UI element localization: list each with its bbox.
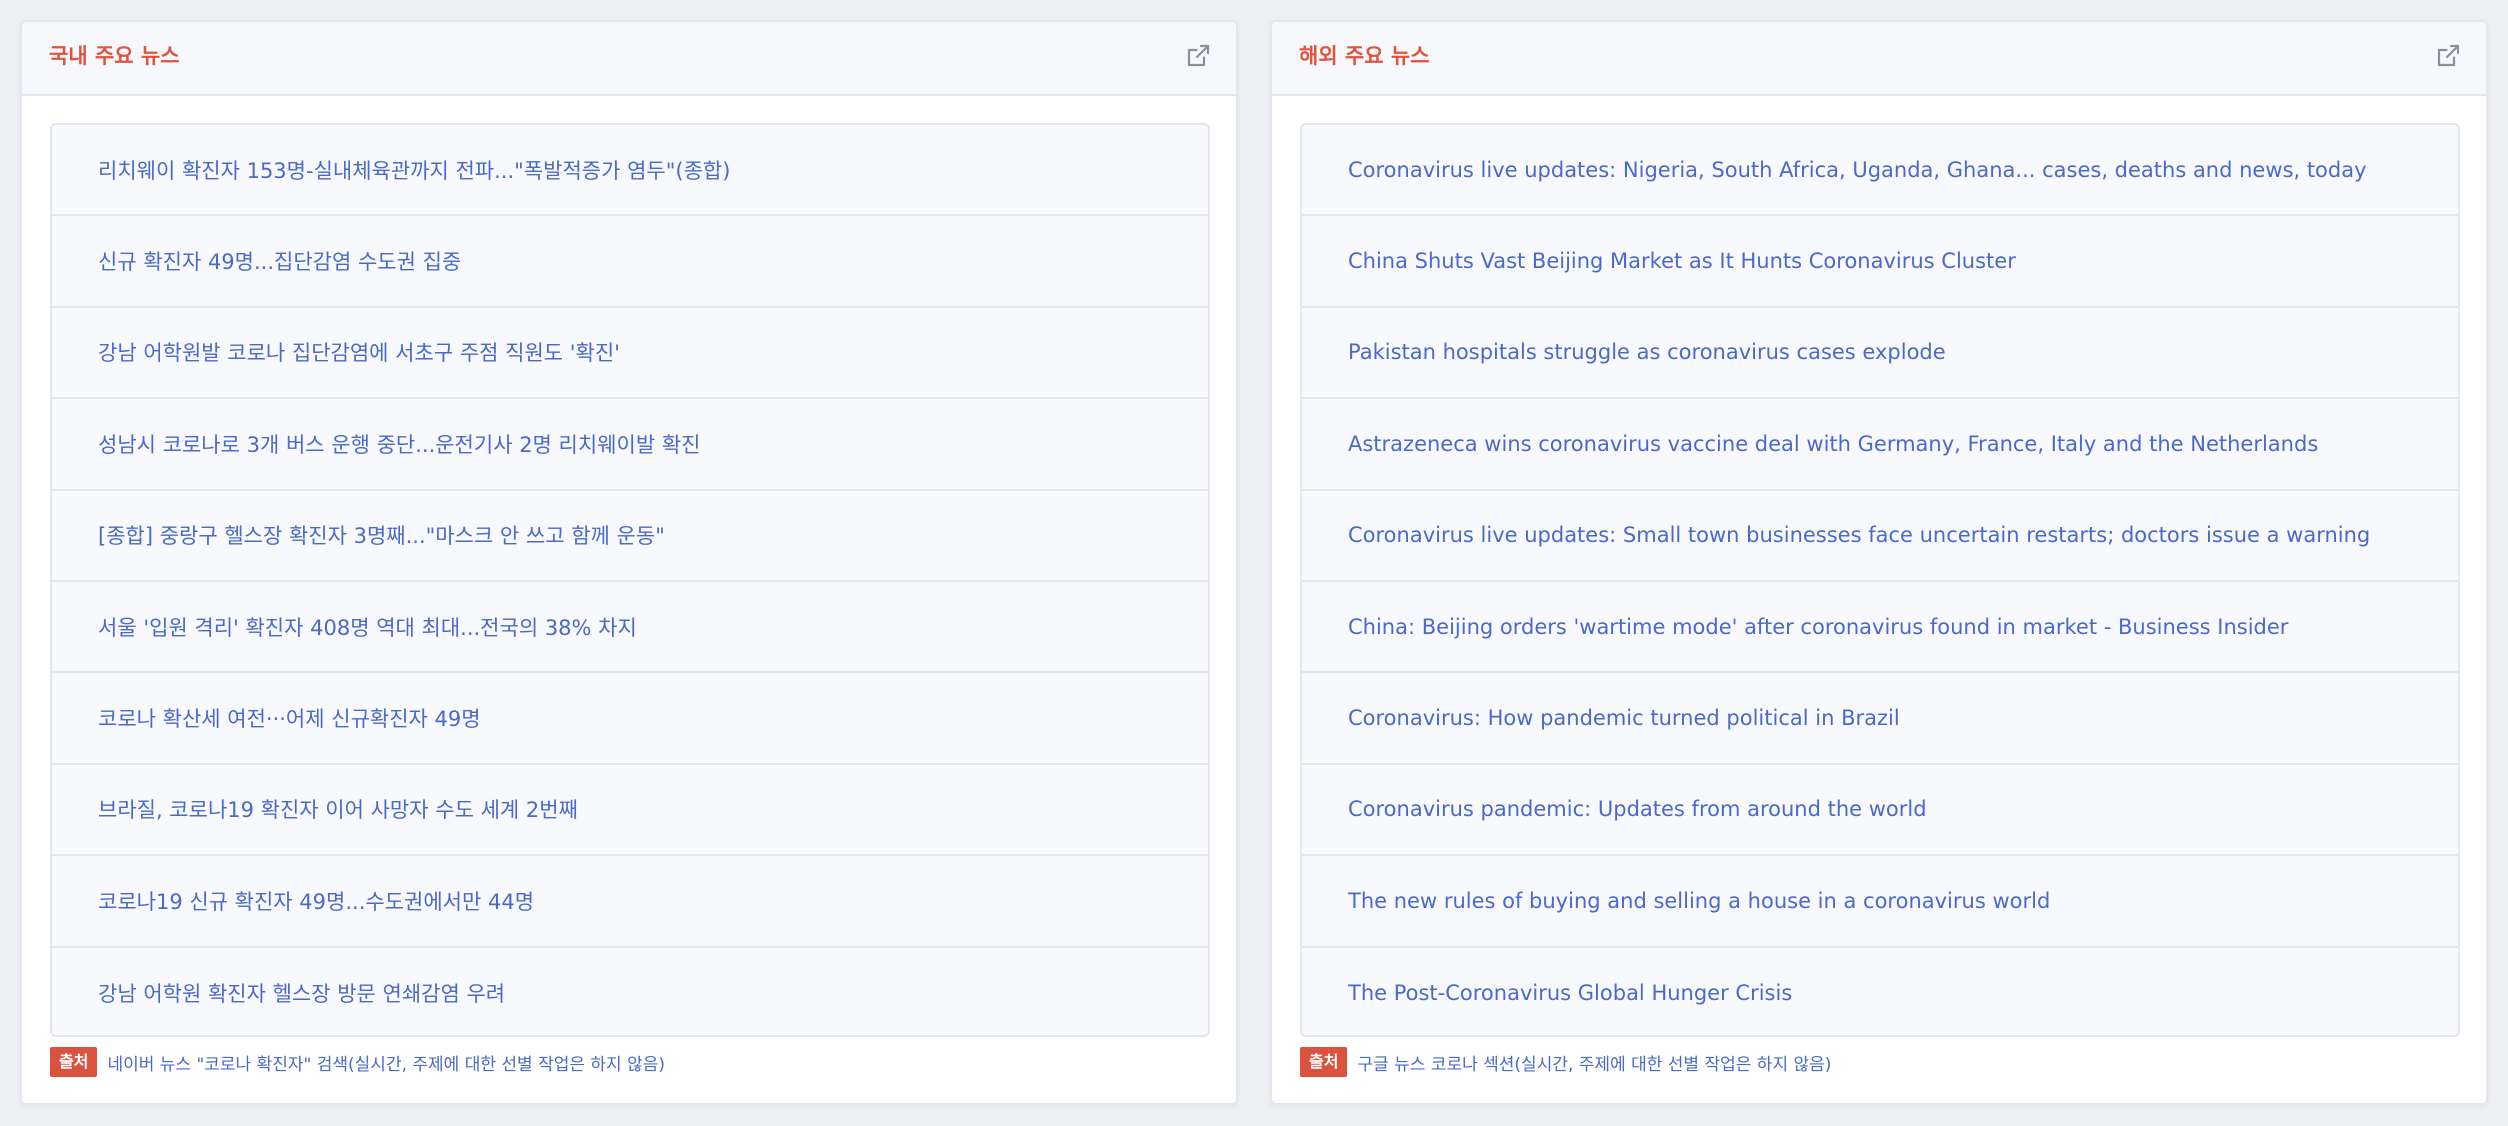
news-item[interactable]: The Post-Coronavirus Global Hunger Crisi… <box>1302 948 2458 1035</box>
news-item[interactable]: Pakistan hospitals struggle as coronavir… <box>1302 308 2458 400</box>
news-item[interactable]: The new rules of buying and selling a ho… <box>1302 856 2458 948</box>
overseas-news-card: 해외 주요 뉴스 Coronavirus live updates: Niger… <box>1270 20 2488 1105</box>
overseas-news-header: 해외 주요 뉴스 <box>1272 22 2486 96</box>
news-item[interactable]: Astrazeneca wins coronavirus vaccine dea… <box>1302 399 2458 491</box>
news-item[interactable]: 신규 확진자 49명...집단감염 수도권 집중 <box>52 216 1208 308</box>
overseas-news-title: 해외 주요 뉴스 <box>1299 44 1430 68</box>
source-text: 네이버 뉴스 "코로나 확진자" 검색(실시간, 주제에 대한 선별 작업은 하… <box>107 1054 665 1075</box>
news-item[interactable]: Coronavirus: How pandemic turned politic… <box>1302 673 2458 765</box>
overseas-news-list: Coronavirus live updates: Nigeria, South… <box>1300 123 2460 1037</box>
domestic-news-card: 국내 주요 뉴스 리치웨이 확진자 153명-실내체육관까지 전파..."폭발적… <box>20 20 1238 1105</box>
domestic-source-footer: 출처 네이버 뉴스 "코로나 확진자" 검색(실시간, 주제에 대한 선별 작업… <box>50 1047 665 1077</box>
news-item[interactable]: 강남 어학원 확진자 헬스장 방문 연쇄감염 우려 <box>52 948 1208 1035</box>
source-badge: 출처 <box>1300 1047 1348 1077</box>
domestic-news-list: 리치웨이 확진자 153명-실내체육관까지 전파..."폭발적증가 염두"(종합… <box>50 123 1210 1037</box>
news-item[interactable]: Coronavirus pandemic: Updates from aroun… <box>1302 765 2458 857</box>
news-item[interactable]: Coronavirus live updates: Nigeria, South… <box>1302 125 2458 217</box>
news-item[interactable]: 브라질, 코로나19 확진자 이어 사망자 수도 세계 2번째 <box>52 765 1208 857</box>
overseas-source-footer: 출처 구글 뉴스 코로나 섹션(실시간, 주제에 대한 선별 작업은 하지 않음… <box>1300 1047 1831 1077</box>
news-item[interactable]: Coronavirus live updates: Small town bus… <box>1302 491 2458 582</box>
news-item[interactable]: [종합] 중랑구 헬스장 확진자 3명째..."마스크 안 쓰고 함께 운동" <box>52 491 1208 582</box>
source-badge: 출처 <box>50 1047 98 1077</box>
news-item[interactable]: 코로나 확산세 여전···어제 신규확진자 49명 <box>52 673 1208 765</box>
news-item[interactable]: 강남 어학원발 코로나 집단감염에 서초구 주점 직원도 '확진' <box>52 308 1208 400</box>
external-link-icon[interactable] <box>2434 42 2462 70</box>
news-item[interactable]: 성남시 코로나로 3개 버스 운행 중단...운전기사 2명 리치웨이발 확진 <box>52 399 1208 491</box>
news-item[interactable]: 리치웨이 확진자 153명-실내체육관까지 전파..."폭발적증가 염두"(종합… <box>52 125 1208 217</box>
domestic-news-title: 국내 주요 뉴스 <box>49 44 180 68</box>
news-item[interactable]: China: Beijing orders 'wartime mode' aft… <box>1302 582 2458 674</box>
source-text: 구글 뉴스 코로나 섹션(실시간, 주제에 대한 선별 작업은 하지 않음) <box>1357 1054 1832 1075</box>
news-item[interactable]: 코로나19 신규 확진자 49명...수도권에서만 44명 <box>52 856 1208 948</box>
external-link-icon[interactable] <box>1184 42 1212 70</box>
domestic-news-header: 국내 주요 뉴스 <box>22 22 1236 96</box>
news-item[interactable]: 서울 '입원 격리' 확진자 408명 역대 최대...전국의 38% 차지 <box>52 582 1208 674</box>
news-item[interactable]: China Shuts Vast Beijing Market as It Hu… <box>1302 216 2458 308</box>
